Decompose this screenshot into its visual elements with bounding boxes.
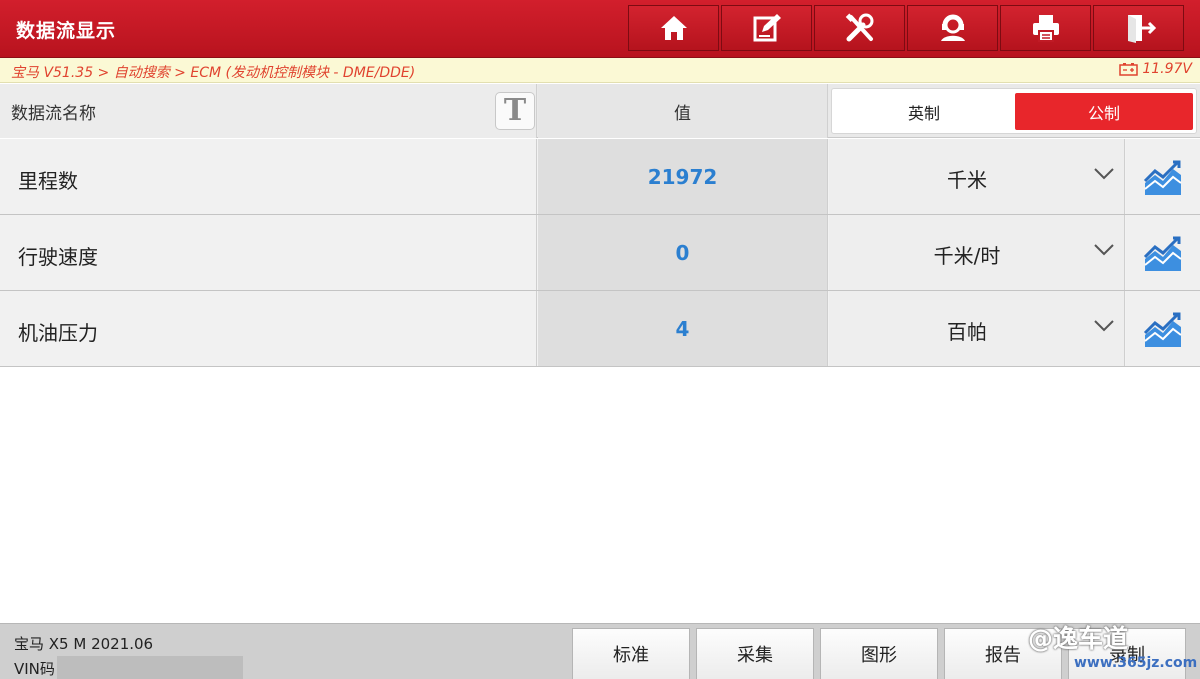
unit-dropdown[interactable]: 百帕 [829,291,1125,366]
trend-chart-icon [1143,236,1182,271]
row-name: 机油压力 [18,321,98,345]
edit-button[interactable] [721,5,812,51]
toggle-metric[interactable]: 公制 [1015,93,1193,130]
vin-label: VIN码 [14,659,55,678]
graph-button[interactable] [1126,291,1200,366]
row-unit: 千米/时 [933,244,1001,268]
chevron-down-icon [1094,168,1114,180]
battery-icon [1119,63,1139,76]
header-name-label: 数据流名称 [11,104,96,124]
exit-icon [1127,15,1156,43]
top-toolbar [628,5,1184,53]
chevron-down-icon [1094,320,1114,332]
breadcrumb-bar: 宝马 V51.35 > 自动搜索 > ECM (发动机控制模块 - DME/DD… [0,58,1200,83]
graph-button[interactable] [1126,139,1200,214]
table-row: 里程数 21972 千米 [0,139,1200,215]
row-name: 里程数 [18,169,78,193]
table-row: 行驶速度 0 千米/时 [0,215,1200,291]
row-unit: 千米 [947,168,987,192]
title-bar: 数据流显示 [0,0,1200,58]
vin-info: VIN码 [14,656,243,679]
unit-system-toggle: 英制 公制 [831,88,1197,134]
app-title: 数据流显示 [16,20,117,42]
print-icon [1032,15,1059,42]
text-size-button[interactable]: T [495,92,535,130]
print-button[interactable] [1000,5,1091,51]
breadcrumb: 宝马 V51.35 > 自动搜索 > ECM (发动机控制模块 - DME/DD… [11,65,416,81]
header-value-cell: 值 [538,84,828,138]
home-button[interactable] [628,5,719,51]
table-header: 数据流名称 T 值 英制 公制 [0,84,1200,138]
row-name-cell: 里程数 [0,139,537,214]
home-icon [660,16,687,40]
trend-chart-icon [1143,312,1182,347]
tools-icon [845,13,873,42]
bottom-buttons: 标准 采集 图形 报告 录制 [572,628,1186,679]
row-value-cell: 0 [538,215,828,290]
chevron-down-icon [1094,244,1114,256]
collect-button[interactable]: 采集 [696,628,814,679]
voltage-value: 11.97V [1142,61,1192,77]
row-value-cell: 4 [538,291,828,366]
row-unit: 百帕 [947,320,987,344]
standard-button[interactable]: 标准 [572,628,690,679]
bottom-bar: 宝马 X5 M 2021.06 VIN码 标准 采集 图形 报告 录制 [0,623,1200,679]
report-button[interactable]: 报告 [944,628,1062,679]
tools-button[interactable] [814,5,905,51]
row-name: 行驶速度 [18,245,98,269]
support-button[interactable] [907,5,998,51]
row-name-cell: 机油压力 [0,291,537,366]
graph-button[interactable] [1126,215,1200,290]
exit-button[interactable] [1093,5,1184,51]
support-icon [940,14,965,41]
row-value: 21972 [647,164,718,189]
trend-chart-icon [1143,160,1182,195]
unit-dropdown[interactable]: 千米/时 [829,215,1125,290]
row-value: 0 [675,240,690,265]
unit-dropdown[interactable]: 千米 [829,139,1125,214]
graph-view-button[interactable]: 图形 [820,628,938,679]
header-name-cell: 数据流名称 T [0,84,537,138]
toggle-imperial[interactable]: 英制 [835,93,1013,130]
row-value: 4 [675,316,690,341]
row-name-cell: 行驶速度 [0,215,537,290]
table-row: 机油压力 4 百帕 [0,291,1200,367]
text-size-icon: T [503,93,527,128]
vin-redacted [56,656,243,679]
battery-voltage: 11.97V [1119,61,1192,77]
row-value-cell: 21972 [538,139,828,214]
data-stream-list: 里程数 21972 千米 行驶速度 0 千米/时 机油压力 4 百帕 [0,139,1200,367]
edit-icon [753,14,781,42]
vehicle-info: 宝马 X5 M 2021.06 [14,635,154,653]
record-button[interactable]: 录制 [1068,628,1186,679]
